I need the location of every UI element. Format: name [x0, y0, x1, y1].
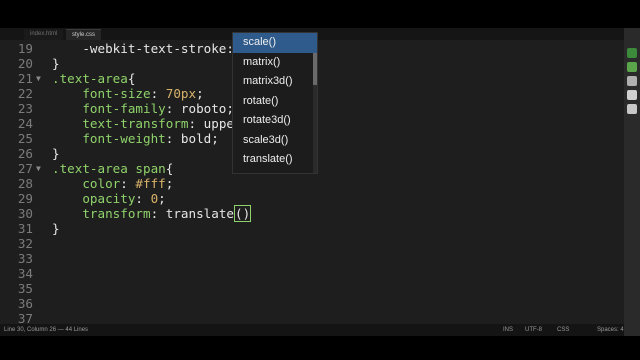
- code-token: .text-area span: [52, 161, 166, 176]
- autocomplete-item[interactable]: translate(): [233, 150, 317, 170]
- editor-window: index.html style.css 19 -webkit-text-str…: [0, 28, 640, 336]
- grid-icon[interactable]: [627, 76, 637, 86]
- line-number: 20: [17, 56, 33, 71]
- code-line[interactable]: 35: [0, 281, 620, 296]
- indentation-selector[interactable]: Spaces: 4: [597, 324, 624, 336]
- code-line[interactable]: 34: [0, 266, 620, 281]
- code-token: ;: [196, 86, 204, 101]
- line-number: 34: [17, 266, 33, 281]
- code-token: #fff: [135, 176, 166, 191]
- status-bar: Line 30, Column 26 — 44 Lines INS UTF-8 …: [0, 324, 640, 336]
- fold-arrow-icon[interactable]: ▼: [36, 161, 41, 176]
- code-text: transform: translate(): [52, 205, 252, 222]
- code-text: .text-area span{: [52, 161, 173, 176]
- code-line[interactable]: 29 opacity: 0;: [0, 191, 620, 206]
- code-token: ;: [165, 176, 174, 191]
- autocomplete-popup[interactable]: scale() matrix() matrix3d() rotate() rotate3…: [232, 32, 318, 174]
- code-token: font-size: [52, 86, 151, 101]
- code-token: transform: [52, 206, 151, 221]
- line-number: 24: [17, 116, 33, 131]
- code-token: (): [233, 205, 252, 222]
- extension-icon-1[interactable]: [627, 48, 637, 58]
- code-token: ;: [158, 191, 166, 206]
- code-line[interactable]: 37: [0, 311, 620, 324]
- syntax-selector[interactable]: CSS: [557, 324, 569, 336]
- code-line[interactable]: 36: [0, 296, 620, 311]
- line-number: 37: [17, 311, 33, 324]
- code-token: 70px: [165, 86, 197, 101]
- encoding-selector[interactable]: UTF-8: [525, 324, 542, 336]
- settings-icon[interactable]: [627, 104, 637, 114]
- line-number: 23: [17, 101, 33, 116]
- line-number: 31: [17, 221, 33, 236]
- code-token: {: [127, 71, 136, 86]
- code-token: }: [52, 56, 60, 71]
- line-number: 33: [17, 251, 33, 266]
- code-line[interactable]: 30 transform: translate(): [0, 205, 620, 222]
- code-token: :: [135, 191, 151, 206]
- code-token: opacity: [52, 191, 136, 206]
- code-token: : roboto;: [165, 101, 234, 116]
- code-text: }: [52, 56, 60, 71]
- line-number: 26: [17, 146, 33, 161]
- code-token: {: [165, 161, 174, 176]
- autocomplete-item[interactable]: rotate3d(): [233, 111, 317, 131]
- code-text: .text-area{: [52, 71, 135, 86]
- autocomplete-item[interactable]: scale3d(): [233, 131, 317, 151]
- code-token: }: [52, 221, 60, 236]
- autocomplete-item[interactable]: rotate(): [233, 92, 317, 112]
- code-token: .text-area: [52, 71, 128, 86]
- line-number: 22: [17, 86, 33, 101]
- right-sidebar: [624, 28, 640, 336]
- autocomplete-item[interactable]: matrix3d(): [233, 72, 317, 92]
- code-text: font-weight: bold;: [52, 131, 219, 146]
- line-number: 32: [17, 236, 33, 251]
- code-text: }: [52, 221, 60, 236]
- code-line[interactable]: 31}: [0, 221, 620, 236]
- checker-icon[interactable]: [627, 90, 637, 100]
- insert-mode[interactable]: INS: [503, 324, 513, 336]
- cursor-position: Line 30, Column 26 — 44 Lines: [4, 327, 89, 333]
- code-text: text-transform: upper: [52, 116, 241, 131]
- code-token: color: [52, 176, 121, 191]
- tab-bar: index.html style.css: [0, 28, 640, 41]
- fold-arrow-icon[interactable]: ▼: [36, 71, 41, 86]
- code-token: : translate: [150, 206, 234, 221]
- code-token: :: [120, 176, 136, 191]
- extension-icon-2[interactable]: [627, 62, 637, 72]
- code-token: : bold;: [165, 131, 219, 146]
- line-number: 36: [17, 296, 33, 311]
- line-number: 30: [17, 206, 33, 221]
- autocomplete-item[interactable]: matrix(): [233, 53, 317, 73]
- code-line[interactable]: 32: [0, 236, 620, 251]
- code-text: color: #fff;: [52, 176, 173, 191]
- line-number: 21: [17, 71, 33, 86]
- code-text: font-family: roboto;: [52, 101, 234, 116]
- code-token: }: [52, 146, 60, 161]
- autocomplete-item[interactable]: scale(): [233, 33, 317, 53]
- code-token: font-family: [52, 101, 166, 116]
- code-text: opacity: 0;: [52, 191, 166, 206]
- code-token: :: [150, 86, 166, 101]
- code-text: font-size: 70px;: [52, 86, 204, 101]
- code-line[interactable]: 28 color: #fff;: [0, 176, 620, 191]
- code-token: text-transform: [52, 116, 189, 131]
- line-number: 25: [17, 131, 33, 146]
- line-number: 29: [17, 191, 33, 206]
- code-line[interactable]: 33: [0, 251, 620, 266]
- line-number: 35: [17, 281, 33, 296]
- code-text: }: [52, 146, 60, 161]
- code-token: font-weight: [52, 131, 166, 146]
- line-number: 28: [17, 176, 33, 191]
- line-number: 27: [17, 161, 33, 176]
- tab-index-html[interactable]: index.html: [24, 29, 64, 40]
- line-number: 19: [17, 41, 33, 56]
